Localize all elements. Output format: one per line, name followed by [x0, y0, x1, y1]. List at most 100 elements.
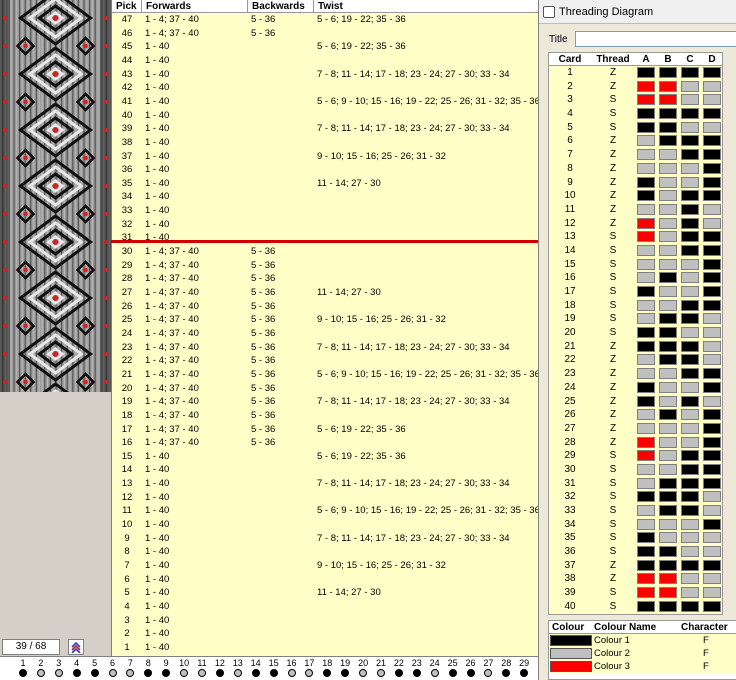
hole-c-swatch[interactable] [681, 395, 699, 407]
table-row[interactable]: 12 1 - 40 [112, 491, 538, 505]
threading-row[interactable]: 12 Z [549, 216, 722, 231]
hole-d-swatch[interactable] [703, 108, 721, 120]
table-row[interactable]: 22 1 - 4; 37 - 40 5 - 36 [112, 354, 538, 368]
hole-d-swatch[interactable] [703, 231, 721, 243]
threading-row[interactable]: 6Z [549, 134, 722, 149]
hole-d-swatch[interactable] [703, 190, 721, 202]
hole-d-swatch[interactable] [703, 80, 721, 92]
hole-a-swatch[interactable] [637, 436, 655, 448]
hole-d-swatch[interactable] [703, 587, 721, 599]
card-marker[interactable]: 3 [50, 658, 68, 677]
hole-b-swatch[interactable] [659, 587, 677, 599]
table-row[interactable]: 37 1 - 40 9 - 10; 15 - 16; 25 - 26; 31 - 3… [112, 150, 538, 164]
hole-a-swatch[interactable] [637, 546, 655, 558]
hole-a-swatch[interactable] [637, 190, 655, 202]
table-row[interactable]: 21 1 - 4; 37 - 40 5 - 36 5 - 6; 9 - 10; 15 … [112, 368, 538, 382]
threading-row[interactable]: 15 S [549, 257, 722, 272]
card-marker[interactable]: 9 [157, 658, 175, 677]
hole-d-swatch[interactable] [703, 463, 721, 475]
threading-row[interactable]: 3S [549, 93, 722, 108]
hole-a-swatch[interactable] [637, 135, 655, 147]
table-row[interactable]: 32 1 - 40 [112, 218, 538, 232]
hole-a-swatch[interactable] [637, 67, 655, 78]
hole-d-swatch[interactable] [703, 94, 721, 106]
table-row[interactable]: 10 1 - 40 [112, 518, 538, 532]
header-backwards[interactable]: Backwards [248, 0, 314, 13]
card-marker[interactable]: 28 [497, 658, 515, 677]
hole-c-swatch[interactable] [681, 327, 699, 339]
hole-b-swatch[interactable] [659, 149, 677, 161]
hole-b-swatch[interactable] [659, 505, 677, 516]
hole-a-swatch[interactable] [637, 286, 655, 297]
card-marker[interactable]: 26 [462, 658, 480, 677]
table-row[interactable]: 28 1 - 4; 37 - 40 5 - 36 [112, 272, 538, 286]
table-row[interactable]: 1 1 - 40 [112, 641, 538, 655]
hole-c-swatch[interactable] [681, 505, 699, 516]
hole-b-swatch[interactable] [659, 422, 677, 434]
card-marker[interactable]: 23 [408, 658, 426, 677]
hole-a-swatch[interactable] [637, 217, 655, 229]
table-row[interactable]: 15 1 - 40 5 - 6; 19 - 22; 35 - 36 [112, 450, 538, 464]
table-row[interactable]: 17 1 - 4; 37 - 40 5 - 36 5 - 6; 19 - 22; 35… [112, 423, 538, 437]
threading-row[interactable]: 37 Z [549, 558, 722, 573]
hole-b-swatch[interactable] [659, 162, 677, 174]
hole-b-swatch[interactable] [659, 546, 677, 558]
hole-c-swatch[interactable] [681, 258, 699, 270]
threading-row[interactable]: 8Z [549, 161, 722, 176]
hole-c-swatch[interactable] [681, 135, 699, 147]
hole-d-swatch[interactable] [703, 149, 721, 161]
table-row[interactable]: 39 1 - 40 7 - 8; 11 - 14; 17 - 18; 23 - 24… [112, 122, 538, 136]
hole-b-swatch[interactable] [659, 395, 677, 407]
pattern-preview[interactable] [0, 0, 111, 392]
threading-row[interactable]: 16 S [549, 271, 722, 285]
card-marker[interactable]: 19 [336, 658, 354, 677]
hole-b-swatch[interactable] [659, 491, 677, 503]
table-row[interactable]: 34 1 - 40 [112, 190, 538, 204]
hole-b-swatch[interactable] [659, 231, 677, 243]
card-marker[interactable]: 7 [121, 658, 139, 677]
hole-a-swatch[interactable] [637, 258, 655, 270]
card-marker[interactable]: 17 [300, 658, 318, 677]
table-row[interactable]: 18 1 - 4; 37 - 40 5 - 36 [112, 409, 538, 423]
card-marker[interactable]: 10 [175, 658, 193, 677]
hole-a-swatch[interactable] [637, 299, 655, 311]
card-marker[interactable]: 8 [139, 658, 157, 677]
hole-a-swatch[interactable] [637, 231, 655, 243]
card-marker[interactable]: 11 [193, 658, 211, 677]
hole-c-swatch[interactable] [681, 409, 699, 421]
hole-b-swatch[interactable] [659, 340, 677, 352]
card-marker[interactable]: 6 [104, 658, 122, 677]
table-row[interactable]: 33 1 - 40 [112, 204, 538, 218]
hole-b-swatch[interactable] [659, 190, 677, 202]
table-row[interactable]: 46 1 - 4; 37 - 40 5 - 36 [112, 27, 538, 41]
hole-b-swatch[interactable] [659, 463, 677, 475]
threading-row[interactable]: 40 S [549, 599, 722, 614]
colour-row[interactable]: Colour 1 F [549, 634, 736, 647]
card-marker[interactable]: 22 [390, 658, 408, 677]
hole-c-swatch[interactable] [681, 231, 699, 243]
hole-d-swatch[interactable] [703, 559, 721, 571]
threading-row[interactable]: 25 Z [549, 394, 722, 409]
table-row[interactable]: 13 1 - 40 7 - 8; 11 - 14; 17 - 18; 23 - 24… [112, 477, 538, 491]
threading-row[interactable]: 14 S [549, 243, 722, 258]
threading-row[interactable]: 5S [549, 120, 722, 135]
hole-c-swatch[interactable] [681, 491, 699, 503]
hole-c-swatch[interactable] [681, 299, 699, 311]
hole-c-swatch[interactable] [681, 436, 699, 448]
table-row[interactable]: 25 1 - 4; 37 - 40 5 - 36 9 - 10; 15 - 16; 2… [112, 313, 538, 327]
hole-a-swatch[interactable] [637, 395, 655, 407]
hole-a-swatch[interactable] [637, 368, 655, 380]
hole-a-swatch[interactable] [637, 463, 655, 475]
table-row[interactable]: 47 1 - 4; 37 - 40 5 - 36 5 - 6; 19 - 22; 35… [112, 13, 538, 27]
hole-a-swatch[interactable] [637, 505, 655, 516]
table-row[interactable]: 38 1 - 40 [112, 136, 538, 150]
threading-row[interactable]: 4S [549, 107, 722, 121]
threading-row[interactable]: 18 S [549, 298, 722, 313]
hole-d-swatch[interactable] [703, 67, 721, 78]
hole-d-swatch[interactable] [703, 368, 721, 380]
hole-c-swatch[interactable] [681, 422, 699, 434]
threading-row[interactable]: 1Z [549, 66, 722, 80]
hole-a-swatch[interactable] [637, 108, 655, 120]
threading-row[interactable]: 7Z [549, 148, 722, 162]
hole-a-swatch[interactable] [637, 94, 655, 106]
